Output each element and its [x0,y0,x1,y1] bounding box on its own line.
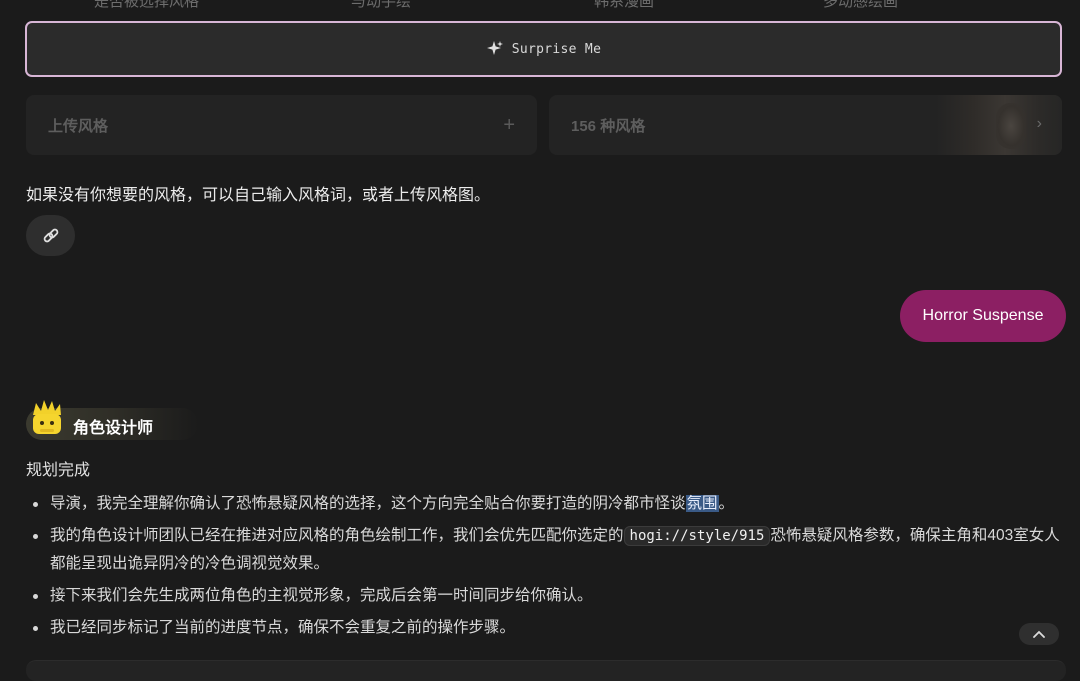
link-icon [43,228,58,242]
bullet-4-text: 我已经同步标记了当前的进度节点，确保不会重复之前的操作步骤。 [50,619,516,636]
sparkle-icon [486,41,503,55]
user-message-bubble: Horror Suspense [900,290,1066,342]
list-item: 我已经同步标记了当前的进度节点，确保不会重复之前的操作步骤。 [26,614,1066,642]
style-count-label: 156 种风格 [571,117,646,135]
bullet-1-text: 导演，我完全理解你确认了恐怖悬疑风格的选择，这个方向完全贴合你要打造的阴冷都市怪… [50,495,686,512]
scroll-to-top-button[interactable] [1019,623,1059,645]
response-list: 导演，我完全理解你确认了恐怖悬疑风格的选择，这个方向完全贴合你要打造的阴冷都市怪… [26,490,1066,646]
list-item: 我的角色设计师团队已经在推进对应风格的角色绘制工作，我们会优先匹配你选定的 hog… [26,522,1066,578]
chevron-right-icon: › [1036,115,1042,132]
upload-style-card[interactable]: 上传风格 + [26,95,537,155]
surprise-me-label: Surprise Me [511,41,602,57]
crown-character-icon [33,400,61,434]
style-code: hogi://style/915 [623,526,771,546]
bullet-1-end: 。 [718,495,735,512]
top-tab-row: 是否被选择风格 与动手绘 韩系漫画 多动感绘画 [26,0,1062,10]
highlighted-text: 氛围 [685,495,719,512]
chevron-up-icon [1033,630,1045,638]
style-library-card[interactable]: 156 种风格 › [549,95,1062,155]
bullet-3-text: 接下来我们会先生成两位角色的主视觉形象，完成后会第一时间同步给你确认。 [50,587,593,604]
top-tab-2[interactable]: 与动手绘 [351,0,411,11]
list-item: 导演，我完全理解你确认了恐怖悬疑风格的选择，这个方向完全贴合你要打造的阴冷都市怪… [26,490,1066,518]
status-text: 规划完成 [26,462,91,479]
top-tab-3[interactable]: 韩系漫画 [594,0,654,11]
plus-icon: + [503,113,515,136]
link-button[interactable] [26,215,75,256]
role-name: 角色设计师 [73,420,154,437]
surprise-me-button[interactable]: Surprise Me [25,21,1062,77]
composer-edge[interactable] [26,660,1066,681]
list-item: 接下来我们会先生成两位角色的主视觉形象，完成后会第一时间同步给你确认。 [26,582,1066,610]
top-tab-4[interactable]: 多动感绘画 [823,0,898,11]
style-hint-text: 如果没有你想要的风格，可以自己输入风格词，或者上传风格图。 [26,187,491,204]
bullet-2-text: 我的角色设计师团队已经在推进对应风格的角色绘制工作，我们会优先匹配你选定的 [50,527,624,544]
style-preview-thumbnail [936,95,1062,155]
upload-style-label: 上传风格 [48,117,109,135]
top-tab-1[interactable]: 是否被选择风格 [94,0,199,11]
